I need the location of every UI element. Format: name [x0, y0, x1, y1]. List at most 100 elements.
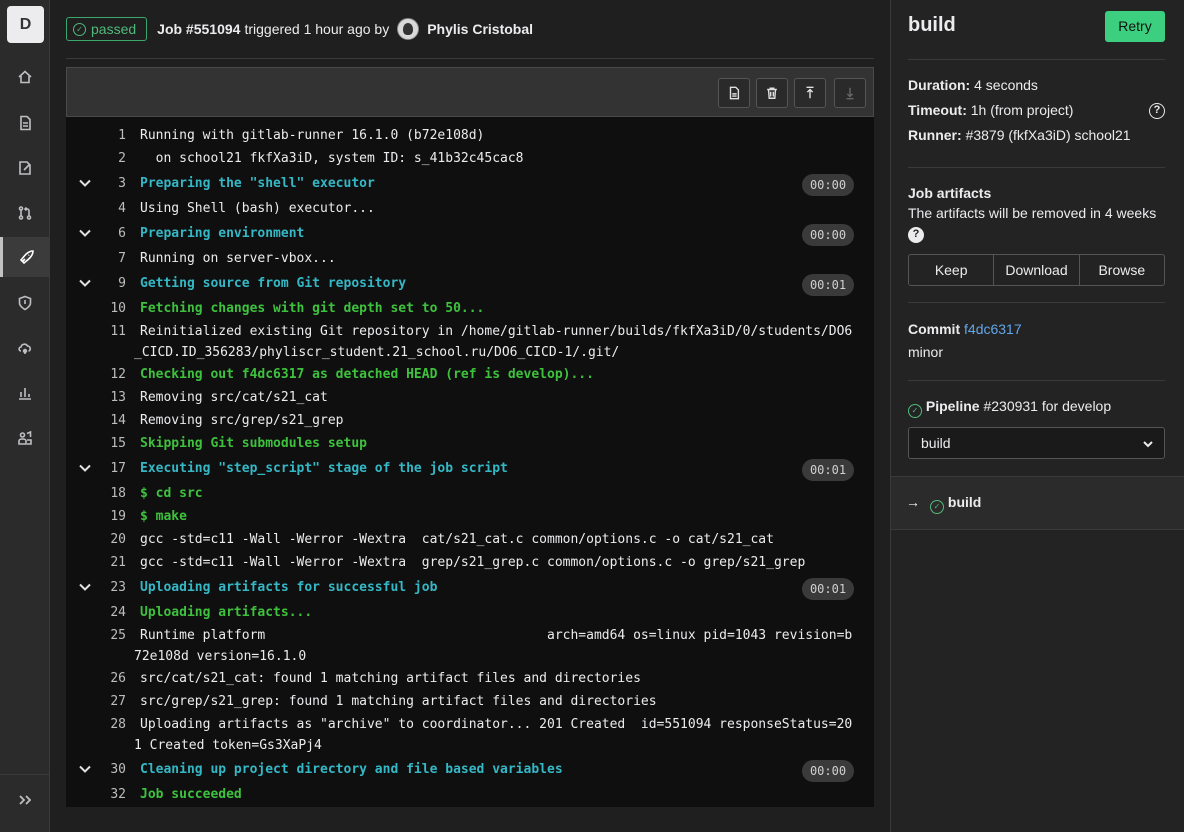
log-text: Uploading artifacts as "archive" to coor… — [140, 717, 853, 732]
log-text: Skipping Git submodules setup — [140, 436, 367, 451]
triggered-text: triggered 1 hour ago by — [244, 21, 390, 37]
section-duration-badge: 00:00 — [802, 174, 854, 196]
chevron-down-icon[interactable] — [78, 226, 92, 240]
scroll-bottom-icon — [834, 78, 866, 108]
commit-label: Commit — [908, 321, 961, 337]
scroll-top-icon[interactable] — [794, 78, 826, 108]
line-number[interactable]: 32 — [96, 787, 126, 802]
line-number[interactable]: 4 — [96, 201, 126, 216]
expand-sidebar-icon[interactable] — [0, 774, 50, 824]
line-number[interactable]: 26 — [96, 671, 126, 686]
home-icon[interactable] — [0, 57, 50, 97]
chevron-down-icon[interactable] — [78, 176, 92, 190]
pipeline-label[interactable]: Pipeline — [926, 398, 980, 414]
divider — [908, 167, 1165, 168]
security-shield-icon[interactable] — [0, 283, 50, 323]
line-number[interactable]: 17 — [96, 461, 126, 476]
raw-log-icon[interactable] — [718, 78, 750, 108]
log-text: Uploading artifacts for successful job — [140, 580, 438, 595]
user-name[interactable]: Phylis Cristobal — [427, 21, 533, 37]
log-text: Runtime platform arch=amd64 os=linux pid… — [140, 628, 853, 643]
line-number[interactable]: 11 — [96, 324, 126, 339]
retry-button[interactable]: Retry — [1105, 11, 1165, 42]
chevron-down-icon[interactable] — [78, 580, 92, 594]
line-number[interactable]: 12 — [96, 367, 126, 382]
line-number[interactable]: 24 — [96, 605, 126, 620]
deployments-icon[interactable] — [0, 328, 50, 368]
chevron-down-icon[interactable] — [78, 461, 92, 475]
stage-dropdown[interactable]: build — [908, 427, 1165, 459]
line-number[interactable]: 28 — [96, 717, 126, 732]
timeout-label: Timeout: — [908, 102, 967, 118]
section-duration-badge: 00:00 — [802, 760, 854, 782]
line-number[interactable]: 14 — [96, 413, 126, 428]
runner-label: Runner: — [908, 127, 962, 143]
artifacts-help-icon[interactable]: ? — [908, 227, 924, 243]
cicd-rocket-icon[interactable] — [0, 237, 50, 277]
pipeline-text: #230931 for develop — [983, 398, 1112, 414]
timeout-value: 1h (from project) — [970, 102, 1074, 118]
issues-icon[interactable] — [0, 103, 50, 143]
log-text: Running on server-vbox... — [140, 251, 336, 266]
line-number[interactable]: 25 — [96, 628, 126, 643]
log-text: Reinitialized existing Git repository in… — [140, 324, 853, 339]
download-button[interactable]: Download — [994, 255, 1080, 285]
line-number[interactable]: 13 — [96, 390, 126, 405]
commit-row: Commit f4dc6317 — [908, 321, 1022, 337]
user-avatar[interactable] — [397, 18, 420, 40]
chevron-down-icon[interactable] — [78, 276, 92, 290]
line-number[interactable]: 30 — [96, 762, 126, 777]
pipeline-row: ✓ Pipeline #230931 for develop — [908, 398, 1111, 418]
browse-button[interactable]: Browse — [1080, 255, 1164, 285]
line-number[interactable]: 10 — [96, 301, 126, 316]
line-number[interactable]: 15 — [96, 436, 126, 451]
current-job-row[interactable]: → ✓ build — [891, 476, 1184, 530]
line-number[interactable]: 23 — [96, 580, 126, 595]
commit-sha-link[interactable]: f4dc6317 — [964, 321, 1022, 337]
snippets-icon[interactable] — [0, 148, 50, 188]
timeout-row: Timeout: 1h (from project) — [908, 102, 1073, 118]
job-id: Job #551094 — [157, 21, 241, 37]
log-text: Getting source from Git repository — [140, 276, 407, 291]
merge-request-icon[interactable] — [0, 193, 50, 233]
line-number[interactable]: 2 — [96, 151, 126, 166]
line-number[interactable]: 27 — [96, 694, 126, 709]
job-status-icon: ✓ — [930, 499, 944, 514]
line-number[interactable]: 3 — [96, 176, 126, 191]
log-text: Fetching changes with git depth set to 5… — [140, 301, 485, 316]
line-number[interactable]: 19 — [96, 509, 126, 524]
line-number[interactable]: 9 — [96, 276, 126, 291]
artifacts-note: The artifacts will be removed in 4 weeks — [908, 205, 1157, 221]
duration-row: Duration: 4 seconds — [908, 77, 1038, 93]
line-number[interactable]: 21 — [96, 555, 126, 570]
status-badge[interactable]: ✓ passed — [66, 17, 148, 41]
log-text: src/cat/s21_cat: found 1 matching artifa… — [140, 671, 641, 686]
section-duration-badge: 00:01 — [802, 274, 854, 296]
job-log: 1 Running with gitlab-runner 16.1.0 (b72e… — [66, 117, 874, 807]
divider — [908, 59, 1165, 60]
section-duration-badge: 00:00 — [802, 224, 854, 246]
project-avatar[interactable]: D — [7, 6, 44, 43]
help-icon[interactable]: ? — [1149, 103, 1165, 119]
chevron-down-icon[interactable] — [78, 762, 92, 776]
log-text-wrap: _CICD.ID_356283/phyliscr_student.21_scho… — [134, 345, 620, 360]
line-number[interactable]: 1 — [96, 128, 126, 143]
log-text: Uploading artifacts... — [140, 605, 313, 620]
members-icon[interactable] — [0, 418, 50, 458]
line-number[interactable]: 7 — [96, 251, 126, 266]
stage-selected: build — [921, 435, 951, 451]
log-text: gcc -std=c11 -Wall -Werror -Wextra grep/… — [140, 555, 806, 570]
job-name-title: build — [908, 14, 956, 36]
keep-button[interactable]: Keep — [909, 255, 995, 285]
log-text: Job succeeded — [140, 787, 242, 802]
erase-log-icon[interactable] — [756, 78, 788, 108]
line-number[interactable]: 20 — [96, 532, 126, 547]
duration-value: 4 seconds — [974, 77, 1038, 93]
analytics-icon[interactable] — [0, 373, 50, 413]
log-text: $ cd src — [140, 486, 203, 501]
chevron-down-icon — [1143, 441, 1153, 448]
line-number[interactable]: 6 — [96, 226, 126, 241]
arrow-right-icon: → — [906, 494, 920, 510]
line-number[interactable]: 18 — [96, 486, 126, 501]
log-toolbar — [66, 67, 874, 117]
